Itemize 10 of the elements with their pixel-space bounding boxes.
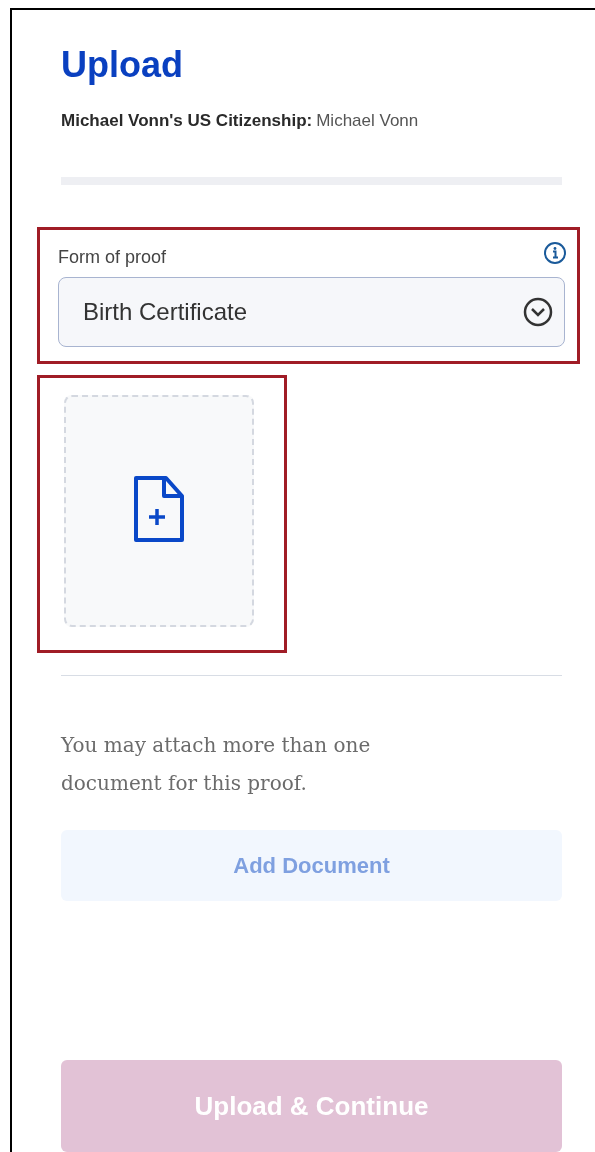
field-label: Form of proof: [58, 245, 167, 269]
proof-select[interactable]: Birth Certificate: [58, 276, 565, 347]
subtitle-value: Michael Vonn: [316, 110, 419, 132]
note-text: You may attach more than one document for this proof.: [61, 731, 372, 797]
info-icon[interactable]: [543, 241, 567, 265]
add-file-icon: [132, 473, 186, 544]
page-title: Upload: [61, 44, 184, 86]
chevron-down-icon: [522, 295, 554, 328]
subtitle-label: Michael Vonn's US Citizenship:: [61, 110, 313, 132]
upload-tile[interactable]: [64, 394, 254, 627]
